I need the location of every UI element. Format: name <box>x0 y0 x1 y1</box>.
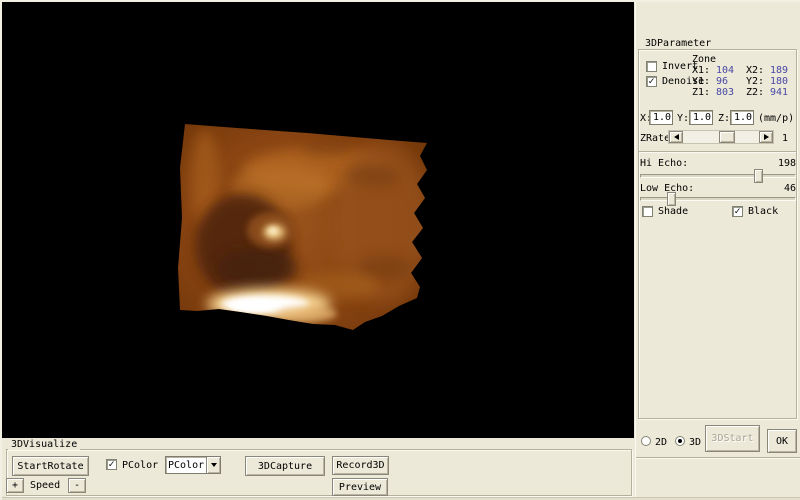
start-rotate-button[interactable]: StartRotate <box>12 456 89 476</box>
parameter-groupbox <box>638 49 797 419</box>
ok-button[interactable]: OK <box>767 429 797 453</box>
separator <box>636 457 800 459</box>
visualize-group-title: 3DVisualize <box>8 439 80 450</box>
zone-y1-label: Y1: <box>692 76 710 87</box>
radio-2d[interactable] <box>641 436 651 446</box>
shade-checkbox[interactable]: ✓ <box>642 206 653 217</box>
zrate-label: ZRate <box>640 133 670 144</box>
y-scale-field[interactable]: 1.0 <box>689 110 713 125</box>
zone-x2-label: X2: <box>746 65 764 76</box>
zrate-left-arrow[interactable] <box>669 131 683 143</box>
zrate-value: 1 <box>782 133 788 144</box>
zone-z2-label: Z2: <box>746 87 764 98</box>
shade-label: Shade <box>658 206 688 217</box>
speed-minus-button[interactable]: - <box>68 478 86 493</box>
zone-z1-value: 803 <box>716 87 734 98</box>
z-scale-field[interactable]: 1.0 <box>730 110 754 125</box>
pcolor-checkbox[interactable]: ✓ <box>106 459 117 470</box>
zone-x1-label: X1: <box>692 65 710 76</box>
denoise-checkbox[interactable]: ✓ <box>646 76 657 87</box>
visualize-panel: 3DVisualize StartRotate + Speed - ✓ PCol… <box>2 438 635 500</box>
radio-3d[interactable] <box>675 436 685 446</box>
zrate-scrollbar[interactable] <box>668 130 774 144</box>
scale-unit-label: (mm/p) <box>758 113 794 124</box>
zrate-thumb[interactable] <box>719 131 735 143</box>
zone-y1-value: 96 <box>716 76 728 87</box>
pcolor-dropdown[interactable]: PColor <box>165 456 221 474</box>
parameter-panel: 3DParameter ✓ Invert ✓ Denoise Zone X1: … <box>635 2 800 500</box>
zone-y2-value: 180 <box>770 76 788 87</box>
radio-3d-label: 3D <box>689 437 701 448</box>
zone-x2-value: 189 <box>770 65 788 76</box>
zone-z1-label: Z1: <box>692 87 710 98</box>
3dstart-button[interactable]: 3DStart <box>705 425 760 452</box>
chevron-down-icon[interactable] <box>206 457 220 473</box>
black-checkbox[interactable]: ✓ <box>732 206 743 217</box>
pcolor-label: PColor <box>122 460 158 471</box>
separator <box>639 151 796 153</box>
render-viewport[interactable] <box>2 2 634 438</box>
hi-echo-thumb[interactable] <box>754 169 763 183</box>
zrate-right-arrow[interactable] <box>759 131 773 143</box>
x-scale-field[interactable]: 1.0 <box>649 110 673 125</box>
low-echo-slider[interactable] <box>640 191 796 207</box>
speed-label: Speed <box>30 480 60 491</box>
pcolor-dropdown-value: PColor <box>166 459 206 472</box>
app-window: 3DParameter ✓ Invert ✓ Denoise Zone X1: … <box>0 0 800 500</box>
invert-checkbox[interactable]: ✓ <box>646 61 657 72</box>
y-scale-label: Y: <box>677 113 689 124</box>
preview-button[interactable]: Preview <box>332 478 388 496</box>
zone-x1-value: 104 <box>716 65 734 76</box>
zone-y2-label: Y2: <box>746 76 764 87</box>
black-label: Black <box>748 206 778 217</box>
hi-echo-slider[interactable] <box>640 168 796 184</box>
low-echo-thumb[interactable] <box>667 192 676 206</box>
ultrasound-3d-render <box>177 118 435 338</box>
parameter-group-title: 3DParameter <box>642 38 714 49</box>
zone-title: Zone <box>692 54 716 65</box>
z-scale-label: Z: <box>718 113 730 124</box>
record3d-button[interactable]: Record3D <box>332 456 389 475</box>
3dcapture-button[interactable]: 3DCapture <box>245 456 325 476</box>
zone-z2-value: 941 <box>770 87 788 98</box>
radio-2d-label: 2D <box>655 437 667 448</box>
speed-plus-button[interactable]: + <box>6 478 24 493</box>
